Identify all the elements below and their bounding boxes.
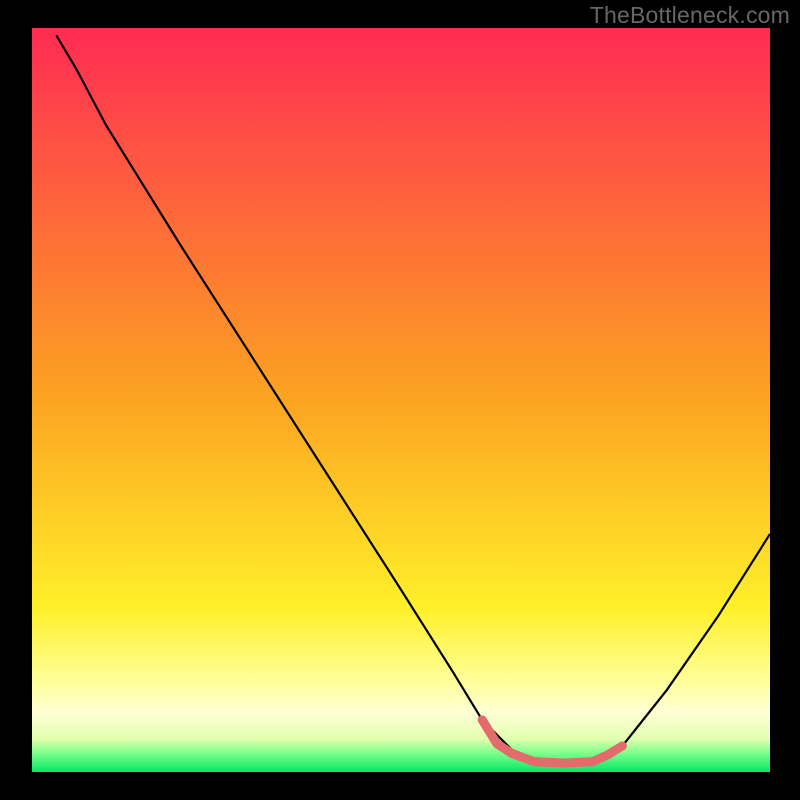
bottleneck-chart [0,0,800,800]
chart-frame: TheBottleneck.com [0,0,800,800]
gradient-background [32,28,770,772]
